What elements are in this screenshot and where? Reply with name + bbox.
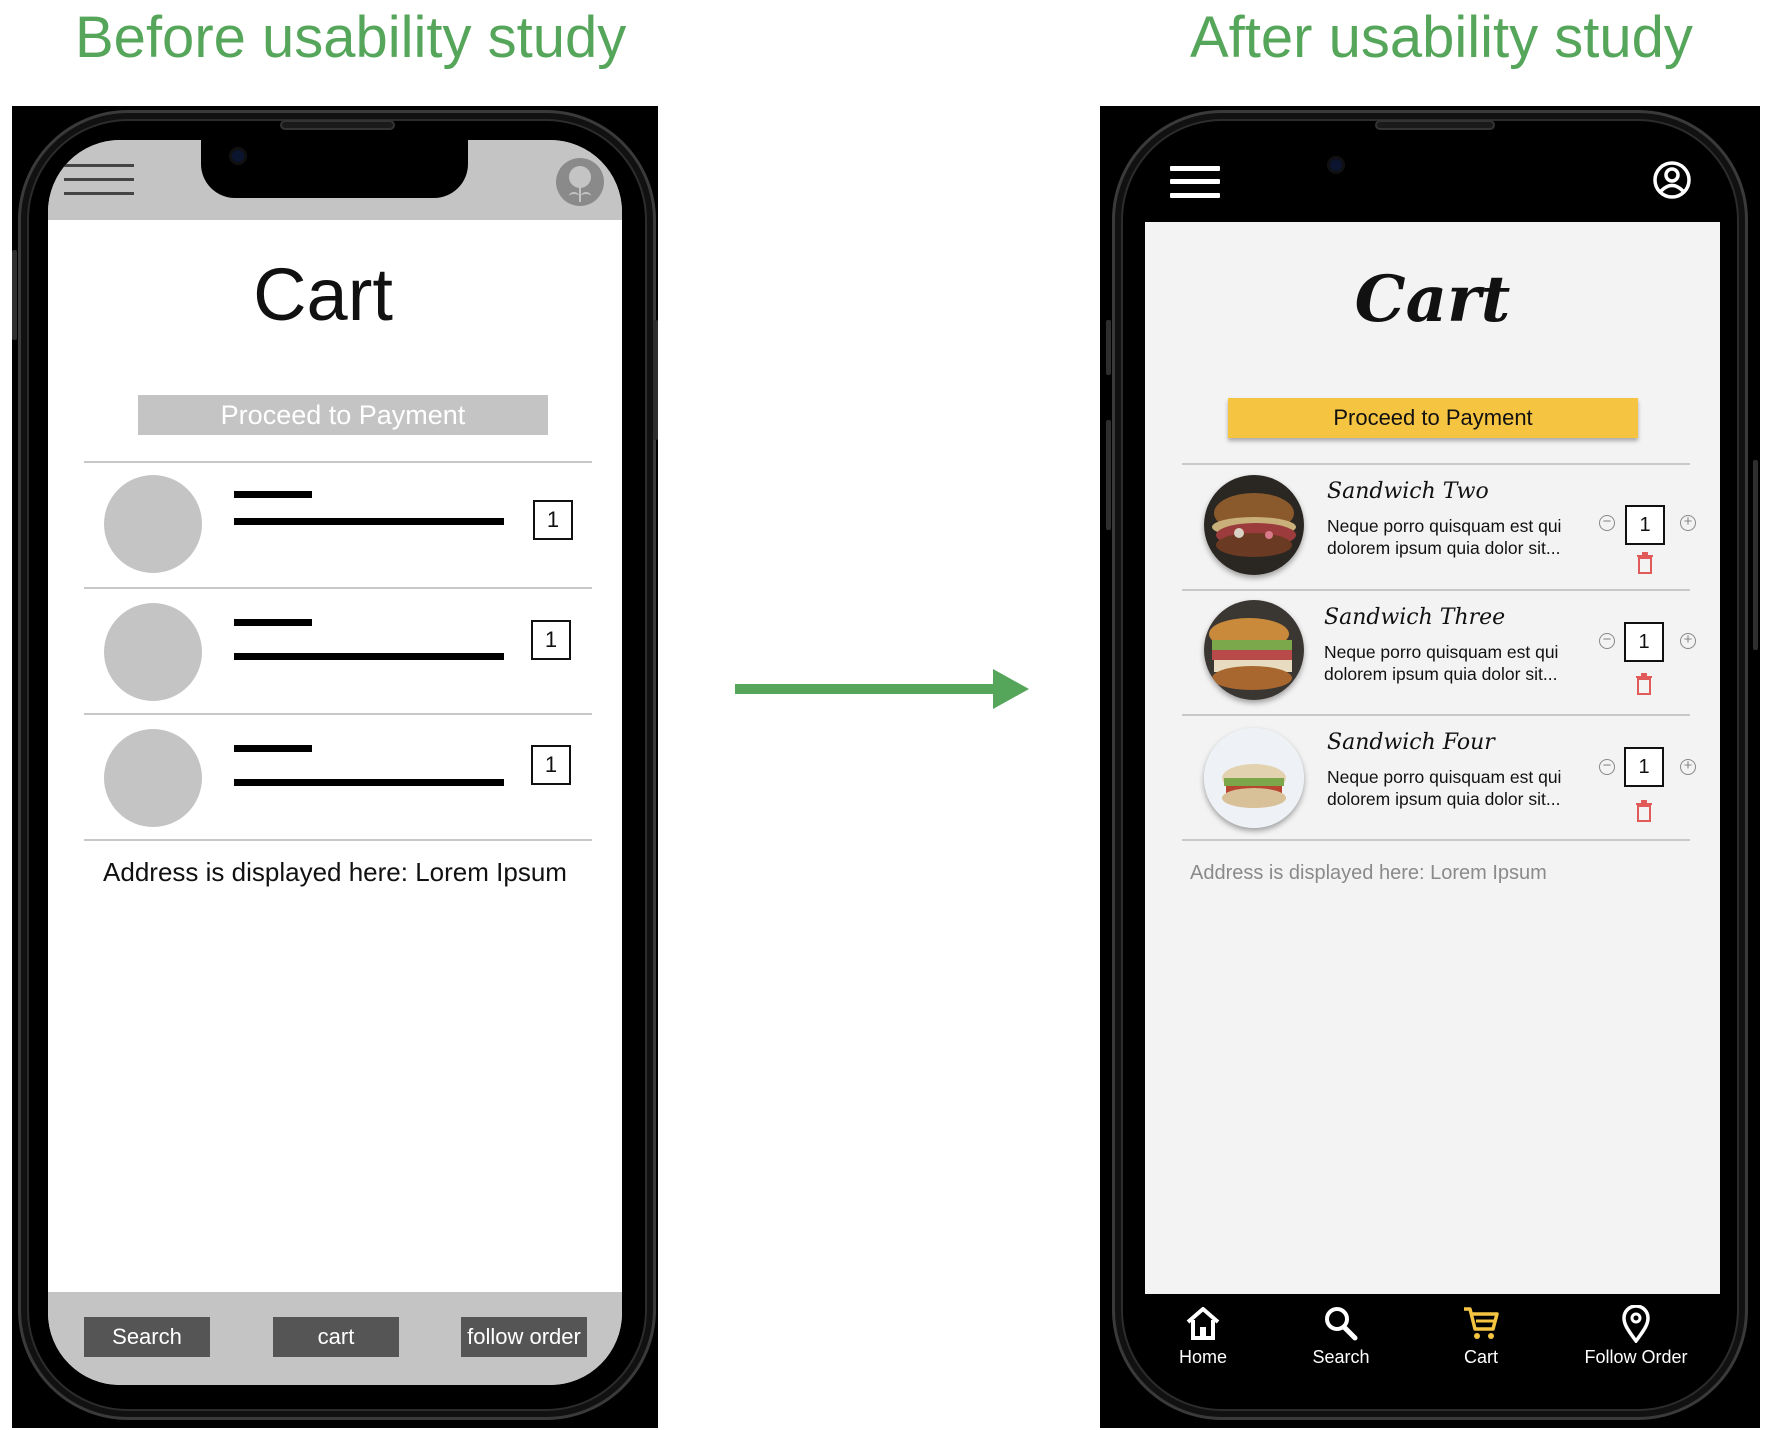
- arrow-head: [993, 669, 1029, 709]
- increase-quantity-icon[interactable]: +: [1680, 758, 1696, 775]
- user-profile-icon[interactable]: [1652, 160, 1692, 200]
- divider: [1182, 839, 1690, 841]
- hamburger-menu-icon[interactable]: [64, 162, 134, 196]
- nav-search[interactable]: Search: [1276, 1305, 1406, 1368]
- quantity-box[interactable]: 1: [1624, 747, 1664, 787]
- nav-search-label: Search: [1312, 1347, 1370, 1367]
- item-image-placeholder: [104, 603, 202, 701]
- nav-cart[interactable]: Cart: [1416, 1305, 1546, 1368]
- decrease-quantity-icon[interactable]: −: [1599, 758, 1615, 775]
- nav-cart-label: Cart: [1463, 1347, 1498, 1367]
- item-name: Sandwich Four: [1327, 730, 1495, 755]
- before-screen: Cart Proceed to Payment 1 1 1 Address is…: [48, 140, 622, 1385]
- search-icon: [1325, 1307, 1358, 1341]
- quantity-box[interactable]: 1: [531, 620, 571, 660]
- notch: [201, 140, 468, 198]
- profile-image-icon[interactable]: [556, 158, 604, 206]
- nav-home[interactable]: Home: [1138, 1305, 1268, 1368]
- item-text-placeholder: [234, 653, 504, 660]
- item-description: Neque porro quisquam est qui dolorem ips…: [1327, 767, 1562, 809]
- nav-search-button[interactable]: Search: [84, 1317, 210, 1357]
- sandwich-image: [1204, 600, 1304, 700]
- quantity-box[interactable]: 1: [531, 745, 571, 785]
- delete-trash-icon[interactable]: [1636, 552, 1654, 574]
- cart-item: Sandwich Four Neque porro quisquam est q…: [1182, 716, 1696, 840]
- delete-trash-icon[interactable]: [1635, 800, 1653, 822]
- speaker-grille: [280, 120, 395, 130]
- item-description: Neque porro quisquam est qui dolorem ips…: [1324, 642, 1559, 684]
- side-button: [1106, 320, 1111, 375]
- speaker-grille: [1375, 120, 1495, 130]
- after-heading: After usability study: [1190, 5, 1693, 70]
- nav-follow-order[interactable]: Follow Order: [1566, 1305, 1706, 1368]
- sandwich-image: [1204, 475, 1304, 575]
- proceed-to-payment-button[interactable]: Proceed to Payment: [1228, 398, 1638, 438]
- transition-arrow: [735, 684, 995, 694]
- item-name: Sandwich Two: [1327, 479, 1489, 504]
- hamburger-menu-icon[interactable]: [1170, 163, 1220, 199]
- location-pin-icon: [1622, 1305, 1650, 1343]
- nav-cart-button[interactable]: cart: [273, 1317, 399, 1357]
- cart-item: Sandwich Three Neque porro quisquam est …: [1182, 591, 1696, 715]
- page-title: Cart: [1354, 262, 1511, 337]
- camera-icon: [229, 147, 247, 165]
- bottom-nav: Search cart follow order: [48, 1292, 622, 1385]
- before-heading: Before usability study: [75, 5, 627, 70]
- item-name: Sandwich Three: [1324, 605, 1506, 630]
- nav-follow-order-button[interactable]: follow order: [461, 1317, 587, 1357]
- increase-quantity-icon[interactable]: +: [1680, 514, 1696, 531]
- decrease-quantity-icon[interactable]: −: [1599, 632, 1615, 649]
- cart-item: 1: [84, 589, 592, 713]
- side-button: [12, 250, 17, 340]
- increase-quantity-icon[interactable]: +: [1680, 632, 1696, 649]
- item-title-placeholder: [234, 619, 312, 626]
- sandwich-image: [1204, 728, 1304, 828]
- address-text: Address is displayed here: Lorem Ipsum: [1190, 862, 1547, 884]
- item-title-placeholder: [234, 745, 312, 752]
- quantity-box[interactable]: 1: [1625, 505, 1665, 545]
- item-description: Neque porro quisquam est qui dolorem ips…: [1327, 516, 1562, 558]
- decrease-quantity-icon[interactable]: −: [1599, 514, 1615, 531]
- item-image-placeholder: [104, 729, 202, 827]
- cart-icon: [1464, 1307, 1499, 1339]
- nav-home-label: Home: [1178, 1347, 1227, 1367]
- quantity-box[interactable]: 1: [533, 500, 573, 540]
- cart-item: 1: [84, 715, 592, 839]
- home-icon: [1186, 1307, 1220, 1340]
- address-text: Address is displayed here: Lorem Ipsum: [103, 857, 567, 887]
- item-image-placeholder: [104, 475, 202, 573]
- cart-item: 1: [84, 463, 592, 587]
- side-button: [653, 320, 658, 440]
- quantity-box[interactable]: 1: [1624, 622, 1664, 662]
- delete-trash-icon[interactable]: [1635, 673, 1653, 695]
- nav-follow-order-label: Follow Order: [1584, 1347, 1688, 1367]
- camera-icon: [1327, 156, 1345, 174]
- item-text-placeholder: [234, 779, 504, 786]
- cart-item: Sandwich Two Neque porro quisquam est qu…: [1182, 465, 1696, 589]
- divider: [84, 839, 592, 841]
- side-button: [1106, 420, 1111, 530]
- page-title: Cart: [253, 253, 393, 336]
- side-button: [1753, 460, 1758, 650]
- proceed-to-payment-button[interactable]: Proceed to Payment: [138, 395, 548, 435]
- item-text-placeholder: [234, 518, 504, 525]
- item-title-placeholder: [234, 491, 312, 498]
